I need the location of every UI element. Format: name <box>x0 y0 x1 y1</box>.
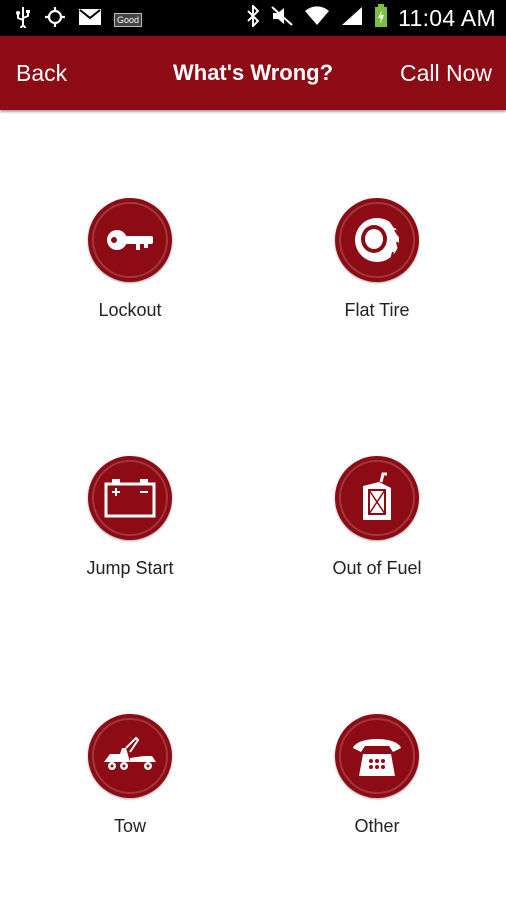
option-label: Jump Start <box>86 558 174 578</box>
option-label: Flat Tire <box>344 300 410 320</box>
bluetooth-icon <box>246 3 260 32</box>
telephone-icon <box>353 739 401 776</box>
good-icon: Good <box>114 12 143 27</box>
option-out-of-fuel[interactable]: Out of Fuel <box>287 456 467 606</box>
status-bar-right: 11:04 AM <box>246 3 496 33</box>
app-bar: Back What's Wrong? Call Now <box>0 36 506 110</box>
flat-tire-circle[interactable] <box>335 198 419 282</box>
option-jump-start[interactable]: Jump Start <box>40 456 220 606</box>
call-now-button[interactable]: Call Now <box>400 60 492 87</box>
other-circle[interactable] <box>335 714 419 798</box>
signal-icon <box>340 5 364 32</box>
status-bar-left: Good <box>14 6 143 33</box>
lockout-circle[interactable] <box>88 198 172 282</box>
status-bar: Good 11:04 AM <box>0 0 506 36</box>
gmail-icon <box>78 8 102 31</box>
option-tow[interactable]: Tow <box>40 714 220 864</box>
out-of-fuel-circle[interactable] <box>335 456 419 540</box>
wifi-icon <box>304 5 330 32</box>
battery-icon <box>104 479 156 518</box>
option-label: Tow <box>113 816 146 836</box>
gps-icon <box>44 6 66 33</box>
option-lockout[interactable]: Lockout <box>40 198 220 348</box>
option-flat-tire[interactable]: Flat Tire <box>287 198 467 348</box>
jump-start-circle[interactable] <box>88 456 172 540</box>
option-label: Other <box>354 816 400 836</box>
option-label: Lockout <box>98 300 162 320</box>
tow-truck-icon <box>104 736 156 770</box>
usb-icon <box>14 6 32 33</box>
vibrate-mute-icon <box>270 5 294 32</box>
tire-icon <box>355 218 400 262</box>
option-label: Out of Fuel <box>332 558 422 578</box>
key-icon <box>107 230 153 250</box>
battery-charging-icon <box>374 4 388 33</box>
tow-circle[interactable] <box>88 714 172 798</box>
option-other[interactable]: Other <box>287 714 467 864</box>
fuel-can-icon <box>363 472 391 520</box>
status-time: 11:04 AM <box>398 5 496 31</box>
